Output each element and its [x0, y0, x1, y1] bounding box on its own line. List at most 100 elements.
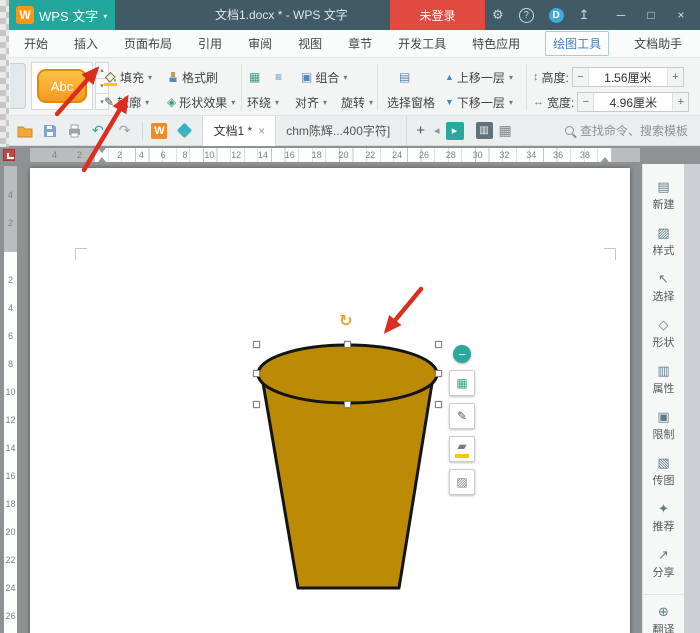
shape-style-gallery-previous[interactable] — [10, 63, 26, 109]
group-button[interactable]: ▣ 组合▾ — [301, 67, 347, 87]
sidebar-item-shapes[interactable]: ◇ 形状 — [643, 318, 684, 350]
tab-references[interactable]: 引用 — [197, 31, 223, 56]
text-wrap-icon: ▦ — [249, 71, 260, 83]
close-tab-icon[interactable]: × — [258, 124, 265, 138]
rotate-button[interactable]: 旋转▾ — [341, 92, 373, 112]
resize-handle-top-right[interactable] — [435, 341, 442, 348]
resize-handle-bottom-left[interactable] — [253, 401, 260, 408]
new-document-tab-button[interactable]: + — [416, 122, 425, 139]
width-value[interactable]: 4.96厘米 — [594, 94, 672, 111]
align-icon-button[interactable]: ≡ — [275, 67, 282, 87]
height-increase-button[interactable]: + — [667, 68, 683, 86]
ruler-number: 14 — [258, 148, 268, 162]
collapse-tools-button[interactable]: − — [453, 345, 471, 363]
command-search-box[interactable]: 查找命令、搜索模板 — [565, 122, 700, 139]
next-tab-button[interactable]: ▸ — [446, 122, 464, 140]
wrap-button[interactable]: 环绕▾ — [247, 92, 279, 112]
height-control: ↕ 高度: − 1.56厘米 + — [533, 67, 684, 87]
resize-handle-top[interactable] — [344, 341, 351, 348]
help-icon[interactable]: ? — [519, 8, 534, 23]
outline-button[interactable]: ✎ 轮廓▾ — [104, 92, 149, 112]
sidebar-item-icon: ↗ — [658, 548, 669, 561]
tab-insert[interactable]: 插入 — [73, 31, 99, 56]
selection-pane-button[interactable]: 选择窗格 — [387, 92, 435, 112]
window-controls: ─ □ × — [606, 0, 696, 30]
cup-rim-shape[interactable] — [258, 345, 437, 403]
tab-home[interactable]: 开始 — [23, 31, 49, 56]
share-window-icon[interactable]: ↥ — [579, 7, 590, 23]
print-icon[interactable] — [67, 124, 82, 138]
sidebar-item-label: 形状 — [653, 334, 675, 350]
save-icon[interactable] — [43, 124, 57, 138]
right-indent-marker[interactable] — [601, 153, 609, 162]
previous-tab-button[interactable]: ◂ — [434, 124, 440, 137]
login-button[interactable]: 未登录 — [390, 0, 485, 30]
app-menu-button[interactable]: W WPS 文字 ▾ — [9, 0, 115, 30]
redo-button[interactable]: ↷ — [119, 122, 131, 139]
sidebar-item-properties[interactable]: ▥ 属性 — [643, 364, 684, 396]
sidebar-item-styles[interactable]: ▨ 样式 — [643, 226, 684, 258]
align-button[interactable]: 对齐▾ — [295, 92, 327, 112]
send-backward-icon: ▼ — [445, 97, 454, 107]
undo-button[interactable]: ↶▾ — [92, 122, 109, 139]
panel-toggle-button[interactable]: ▥ — [476, 122, 493, 139]
format-painter-button[interactable]: 格式刷 — [167, 67, 218, 87]
tab-stop-selector[interactable] — [3, 149, 15, 161]
settings-gear-icon[interactable]: ⚙ — [492, 7, 504, 23]
hanging-indent-marker[interactable] — [98, 153, 106, 162]
shape-style-gallery[interactable]: Abc — [31, 62, 93, 110]
tab-special-apps[interactable]: 特色应用 — [471, 31, 521, 56]
tab-developer[interactable]: 开发工具 — [397, 31, 447, 56]
tab-doc-assistant[interactable]: 文档助手 — [633, 31, 683, 56]
docer-diamond-icon[interactable] — [177, 123, 193, 139]
sidebar-item-select[interactable]: ↖ 选择 — [643, 272, 684, 304]
bring-forward-button[interactable]: ▲ 上移一层▾ — [445, 67, 513, 87]
vip-icon[interactable]: D — [549, 8, 564, 23]
fill-button[interactable]: 填充▾ — [104, 67, 152, 87]
minimize-button[interactable]: ─ — [606, 0, 636, 30]
sidebar-item-translate[interactable]: ⊕ 翻译 — [643, 594, 684, 633]
ribbon-separator — [241, 64, 242, 110]
document-canvas[interactable]: ↻ − ▦ ✎ ▰ ▨ — [22, 164, 642, 633]
resize-handle-bottom-right[interactable] — [435, 401, 442, 408]
picture-button[interactable]: ▨ — [449, 469, 475, 495]
cup-body-shape[interactable] — [262, 377, 433, 588]
rotate-handle[interactable]: ↻ — [339, 314, 352, 330]
width-increase-button[interactable]: + — [672, 93, 688, 111]
sidebar-item-restrict[interactable]: ▣ 限制 — [643, 410, 684, 442]
resize-handle-right[interactable] — [435, 370, 442, 377]
outline-pen-button[interactable]: ✎ — [449, 403, 475, 429]
tab-review[interactable]: 审阅 — [247, 31, 273, 56]
sidebar-item-image[interactable]: ▧ 传图 — [643, 456, 684, 488]
wrap-icon-button[interactable]: ▦ — [249, 67, 260, 87]
sidebar-item-new[interactable]: ▤ 新建 — [643, 180, 684, 212]
sidebar-item-icon: ▣ — [657, 410, 669, 423]
sidebar-item-share[interactable]: ↗ 分享 — [643, 548, 684, 580]
resize-handle-left[interactable] — [253, 370, 260, 377]
maximize-button[interactable]: □ — [636, 0, 666, 30]
width-decrease-button[interactable]: − — [578, 93, 594, 111]
tab-view[interactable]: 视图 — [297, 31, 323, 56]
doc-tab-1[interactable]: 文档1 * × — [202, 116, 276, 146]
chevron-down-icon: ▾ — [369, 98, 373, 107]
fill-color-button[interactable]: ▰ — [449, 436, 475, 462]
height-value[interactable]: 1.56厘米 — [589, 69, 667, 86]
tab-drawing-tools[interactable]: 绘图工具 — [545, 31, 609, 56]
doc-tab-2[interactable]: chm陈辉...400字符] — [276, 116, 407, 146]
selection-pane-icon-button[interactable]: ▤ — [399, 67, 410, 87]
sidebar-item-label: 属性 — [653, 380, 675, 396]
horizontal-ruler: 42 2468101214161820222426283032343638 — [9, 146, 700, 164]
workspace-grid-icon[interactable]: ▦ — [499, 122, 512, 139]
resize-handle-top-left[interactable] — [253, 341, 260, 348]
send-backward-button[interactable]: ▼ 下移一层▾ — [445, 92, 513, 112]
window-title: 文档1.docx * - WPS 文字 — [215, 0, 348, 30]
close-button[interactable]: × — [666, 0, 696, 30]
height-decrease-button[interactable]: − — [573, 68, 589, 86]
open-folder-icon[interactable] — [17, 124, 33, 138]
tab-section[interactable]: 章节 — [347, 31, 373, 56]
resize-handle-bottom[interactable] — [344, 401, 351, 408]
layout-options-button[interactable]: ▦ — [449, 370, 475, 396]
tab-page-layout[interactable]: 页面布局 — [123, 31, 173, 56]
shape-effects-button[interactable]: ◈ 形状效果▾ — [167, 92, 235, 112]
sidebar-item-recommend[interactable]: ✦ 推荐 — [643, 502, 684, 534]
